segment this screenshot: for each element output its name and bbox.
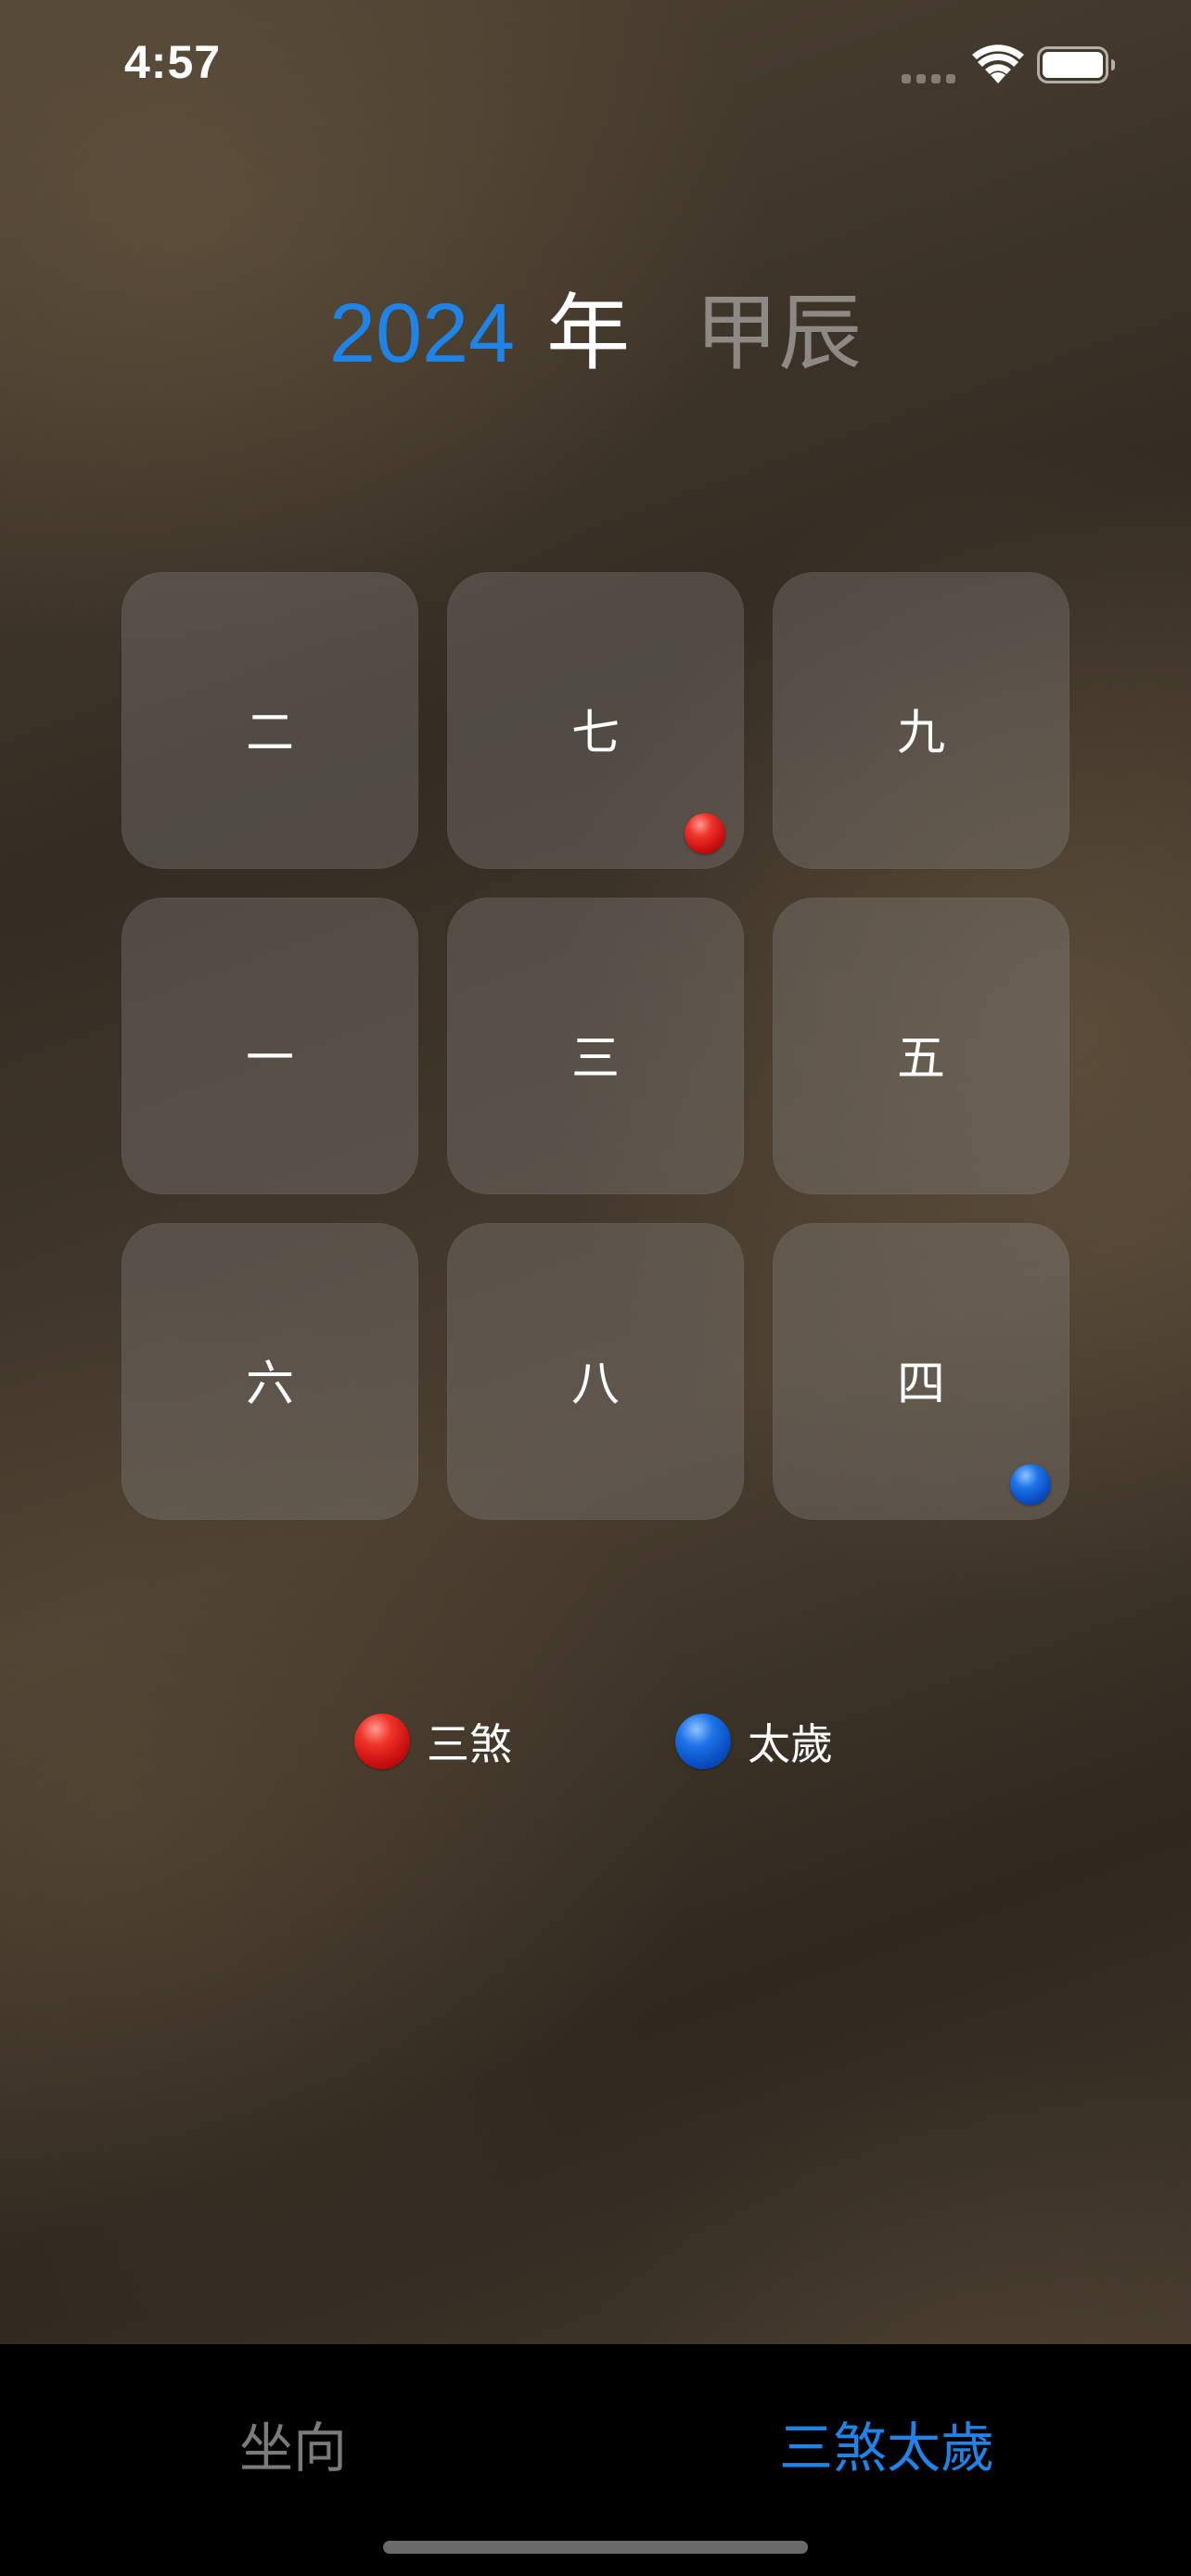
grid-cell[interactable]: 四 [773,1223,1069,1520]
cell-label: 八 [570,1356,620,1412]
palace-grid: 二 七 九 一 三 五 六 八 四 [122,572,1070,1520]
grid-cell[interactable]: 三 [447,898,744,1194]
grid-cell[interactable]: 八 [447,1223,744,1520]
legend-label: 太歲 [748,1719,833,1769]
grid-cell[interactable]: 九 [773,572,1069,869]
wifi-icon [972,45,1024,83]
year-number[interactable]: 2024 [329,278,515,389]
red-ball-icon [354,1714,410,1769]
grid-cell[interactable]: 五 [773,898,1069,1194]
home-indicator[interactable] [383,2541,808,2554]
grid-cell[interactable]: 七 [447,572,744,869]
cellular-signal-icon [902,74,957,85]
blue-ball-icon [675,1714,731,1769]
grid-cell[interactable]: 六 [122,1223,418,1520]
legend: 三煞 太歲 [0,1712,1191,1771]
cell-label: 三 [570,1030,620,1087]
legend-item-taisui: 太歲 [675,1712,833,1771]
cell-label: 九 [896,705,945,761]
legend-label: 三煞 [427,1719,512,1769]
tab-bar: 坐向 三煞太歲 [0,2344,1191,2576]
status-bar: 4:57 [0,0,1191,130]
legend-item-sansha: 三煞 [354,1712,512,1771]
grid-cell[interactable]: 一 [122,898,418,1194]
year-title: 2024 年 甲辰 [0,278,1191,389]
cell-label: 一 [245,1030,294,1087]
cell-label: 六 [245,1356,294,1412]
year-label: 年 [546,285,631,382]
cell-label: 五 [896,1030,945,1087]
tab-sansha-taisui[interactable]: 三煞太歲 [779,2411,994,2485]
cell-label: 七 [570,705,620,761]
red-ball-icon [685,813,725,854]
tab-zuoxiang[interactable]: 坐向 [239,2411,347,2485]
battery-icon [1037,46,1115,83]
cell-label: 二 [245,705,294,761]
ganzhi-label: 甲辰 [695,285,863,382]
blue-ball-icon [1010,1464,1051,1505]
status-time: 4:57 [124,36,222,88]
grid-cell[interactable]: 二 [122,572,418,869]
cell-label: 四 [896,1356,945,1412]
